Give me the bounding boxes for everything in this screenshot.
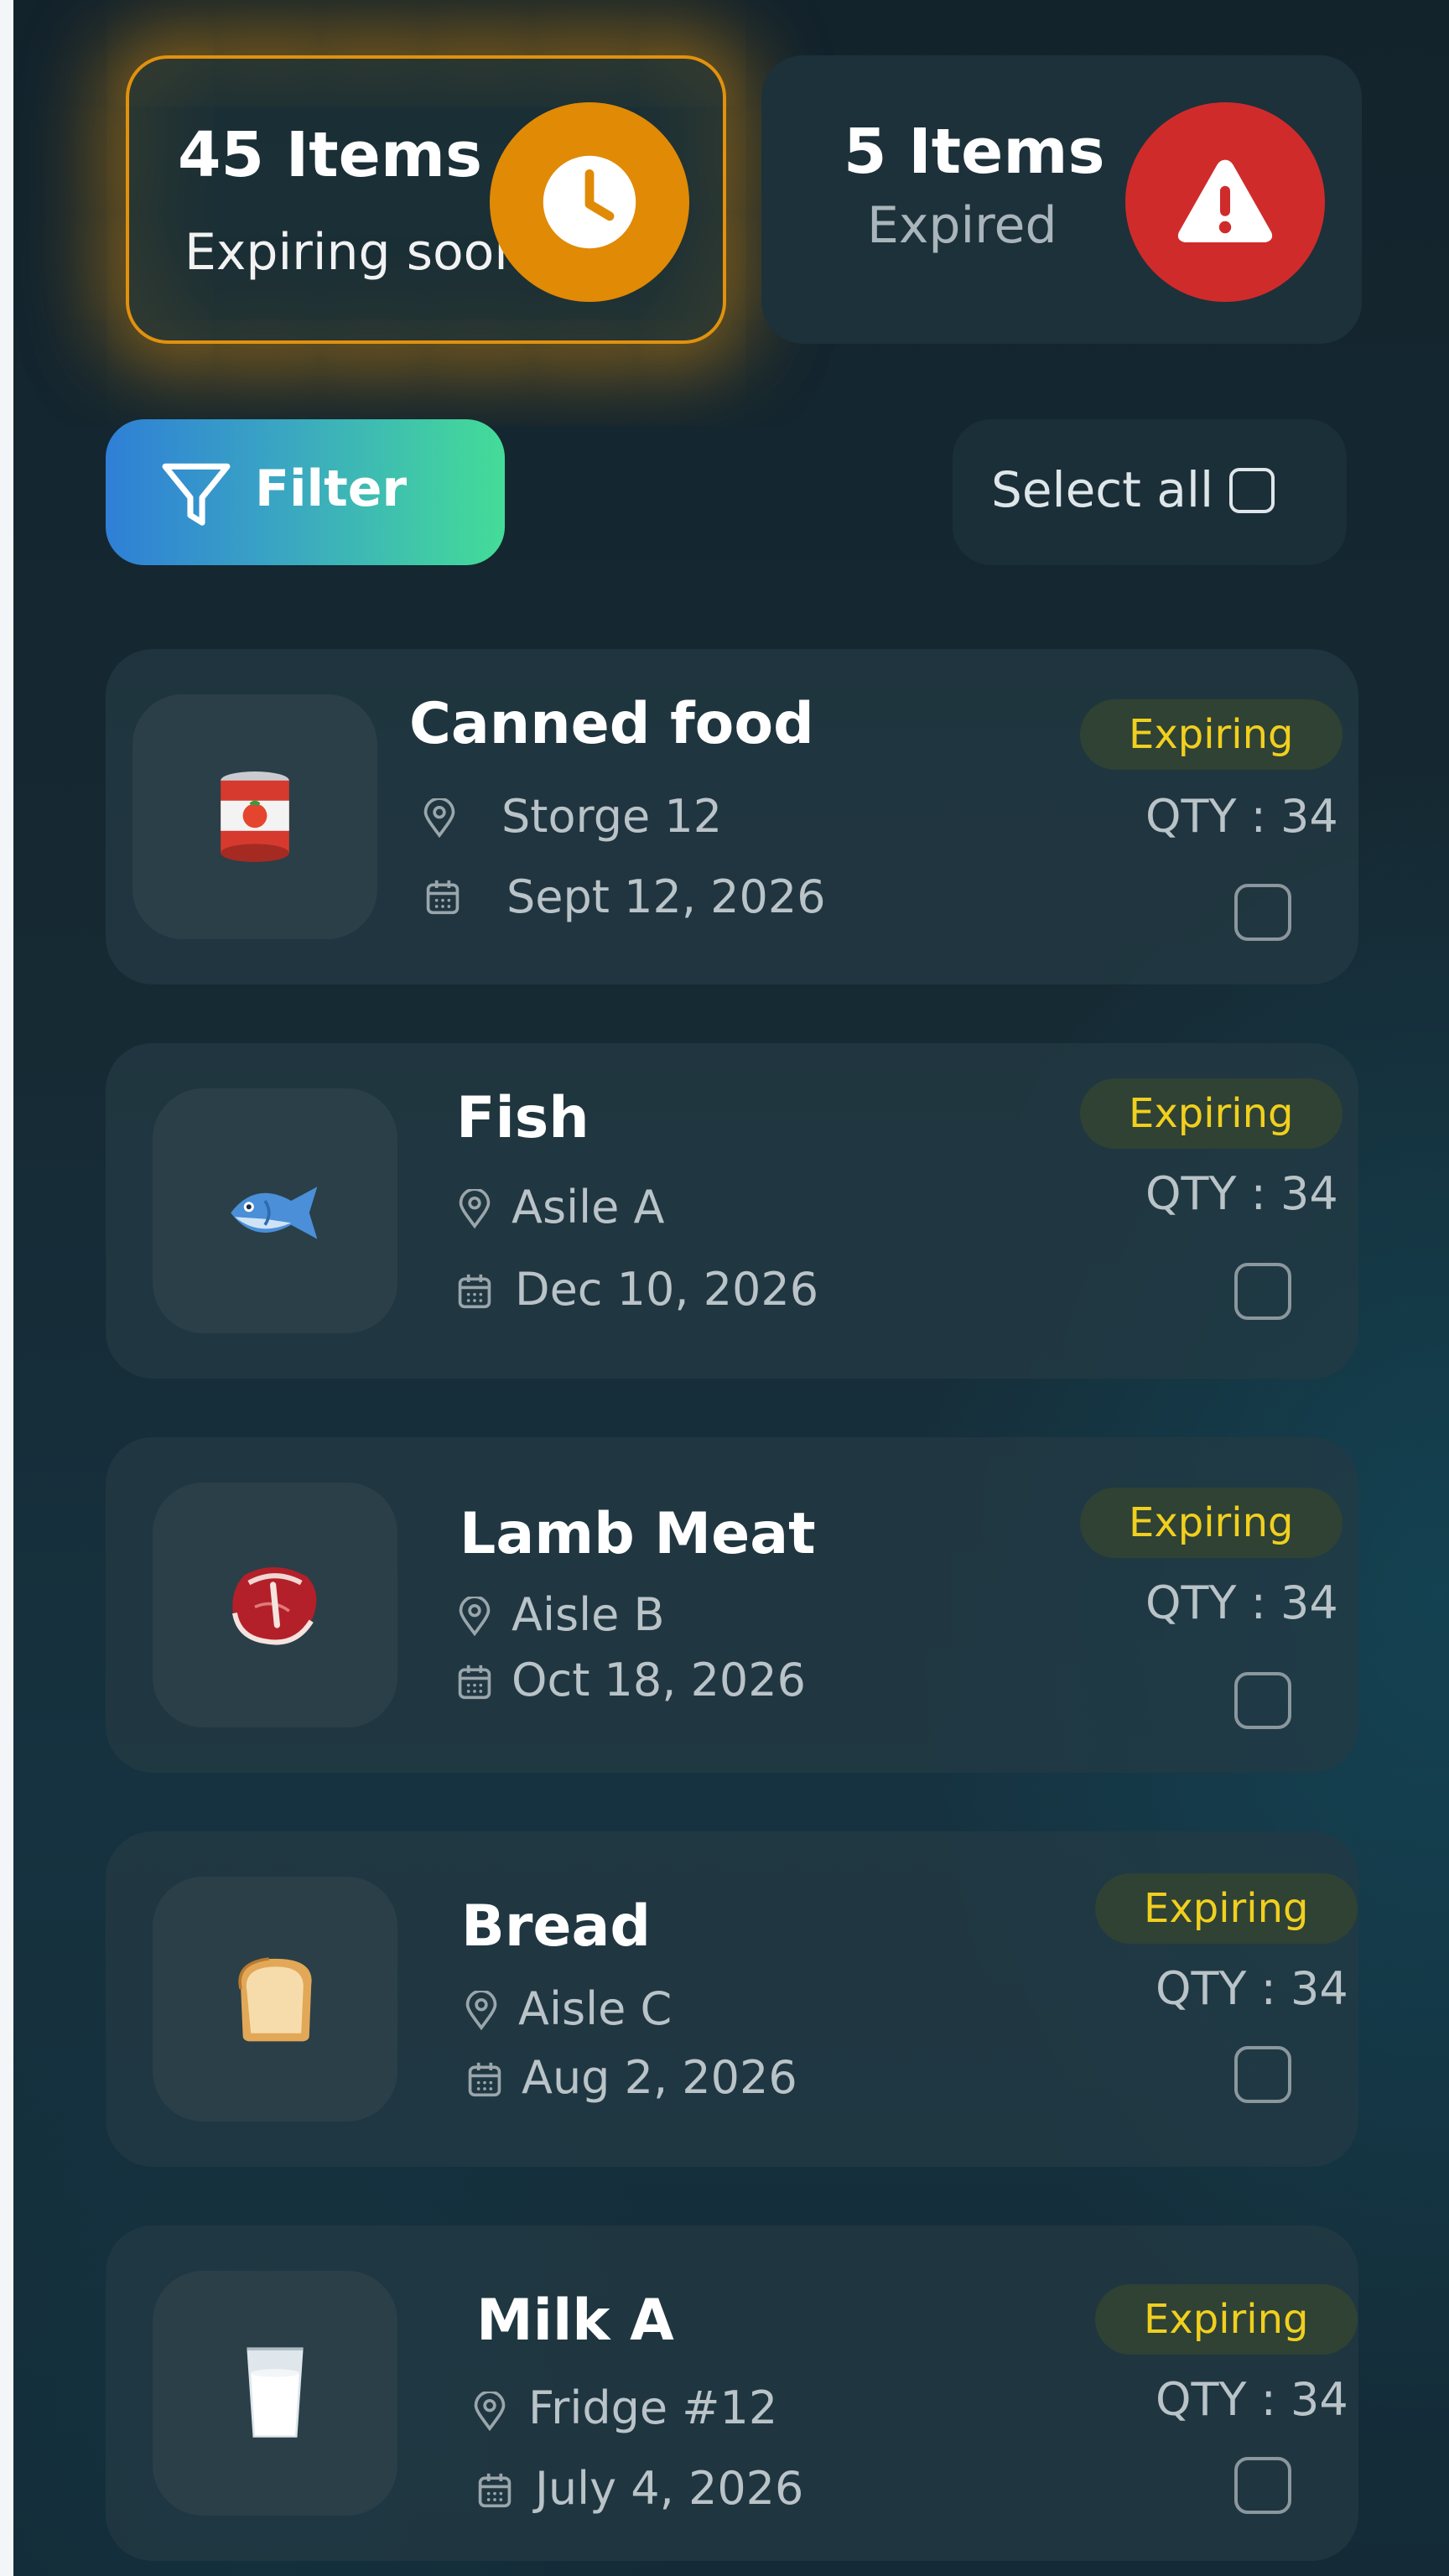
calendar-icon — [426, 880, 460, 915]
item-location: Storge 12 — [501, 790, 723, 843]
expiry-screen: 45 Items Expiring soon 5 Items Expired F… — [13, 0, 1449, 2576]
expired-count: 5 Items — [844, 116, 1105, 188]
item-checkbox[interactable] — [1234, 884, 1291, 941]
select-all-checkbox[interactable] — [1229, 468, 1275, 513]
item-card[interactable]: Milk A Fridge #12 July 4, 2026 Expiring … — [106, 2225, 1358, 2561]
filter-button[interactable]: Filter — [106, 419, 505, 565]
item-checkbox[interactable] — [1234, 2457, 1291, 2514]
status-badge: Expiring — [1080, 1078, 1343, 1149]
location-pin-icon — [474, 2392, 506, 2432]
fish-icon — [153, 1088, 397, 1333]
item-date: July 4, 2026 — [535, 2462, 804, 2515]
clock-icon — [490, 102, 689, 302]
calendar-icon — [458, 1665, 491, 1700]
item-location: Fridge #12 — [528, 2381, 778, 2434]
item-card[interactable]: Lamb Meat Aisle B Oct 18, 2026 Expiring … — [106, 1437, 1358, 1773]
filter-label: Filter — [255, 460, 408, 518]
item-name: Canned food — [409, 691, 814, 757]
location-pin-icon — [459, 1597, 491, 1637]
status-badge: Expiring — [1095, 1873, 1358, 1944]
select-all-label: Select all — [991, 461, 1214, 518]
item-qty: QTY : 34 — [1156, 2373, 1348, 2426]
canned-food-icon — [132, 694, 377, 939]
item-date: Dec 10, 2026 — [515, 1263, 819, 1316]
milk-icon — [153, 2271, 397, 2516]
item-checkbox[interactable] — [1234, 1672, 1291, 1729]
item-name: Lamb Meat — [460, 1501, 816, 1567]
item-location: Aisle B — [512, 1588, 665, 1641]
item-qty: QTY : 34 — [1145, 1167, 1338, 1220]
expired-card[interactable]: 5 Items Expired — [761, 55, 1362, 344]
item-qty: QTY : 34 — [1156, 1962, 1348, 2015]
item-qty: QTY : 34 — [1145, 790, 1338, 843]
calendar-icon — [458, 1274, 491, 1309]
item-card[interactable]: Bread Aisle C Aug 2, 2026 Expiring QTY :… — [106, 1831, 1358, 2167]
select-all-button[interactable]: Select all — [953, 419, 1347, 565]
expiring-soon-card[interactable]: 45 Items Expiring soon — [126, 55, 726, 344]
item-checkbox[interactable] — [1234, 1263, 1291, 1320]
calendar-icon — [478, 2473, 512, 2508]
item-location: Aisle C — [518, 1982, 673, 2035]
meat-icon — [153, 1483, 397, 1727]
location-pin-icon — [459, 1189, 491, 1229]
filter-icon — [162, 463, 231, 526]
status-badge: Expiring — [1095, 2284, 1358, 2355]
item-qty: QTY : 34 — [1145, 1576, 1338, 1629]
item-name: Fish — [456, 1085, 589, 1151]
expiring-count: 45 Items — [178, 119, 482, 191]
bread-icon — [153, 1877, 397, 2122]
item-name: Milk A — [476, 2288, 674, 2354]
item-date: Sept 12, 2026 — [506, 870, 826, 923]
warning-icon — [1125, 102, 1325, 302]
status-badge: Expiring — [1080, 699, 1343, 770]
status-badge: Expiring — [1080, 1488, 1343, 1558]
item-date: Aug 2, 2026 — [522, 2051, 797, 2104]
item-location: Asile A — [512, 1181, 665, 1233]
item-checkbox[interactable] — [1234, 2046, 1291, 2103]
item-card[interactable]: Fish Asile A Dec 10, 2026 Expiring QTY :… — [106, 1043, 1358, 1379]
location-pin-icon — [465, 1991, 497, 2031]
expiring-label: Expiring soon — [184, 223, 527, 282]
calendar-icon — [468, 2062, 501, 2097]
item-card[interactable]: Canned food Storge 12 Sept 12, 2026 Expi… — [106, 649, 1358, 984]
location-pin-icon — [423, 798, 455, 839]
expired-label: Expired — [867, 196, 1057, 255]
item-name: Bread — [461, 1893, 652, 1960]
item-date: Oct 18, 2026 — [512, 1654, 806, 1706]
